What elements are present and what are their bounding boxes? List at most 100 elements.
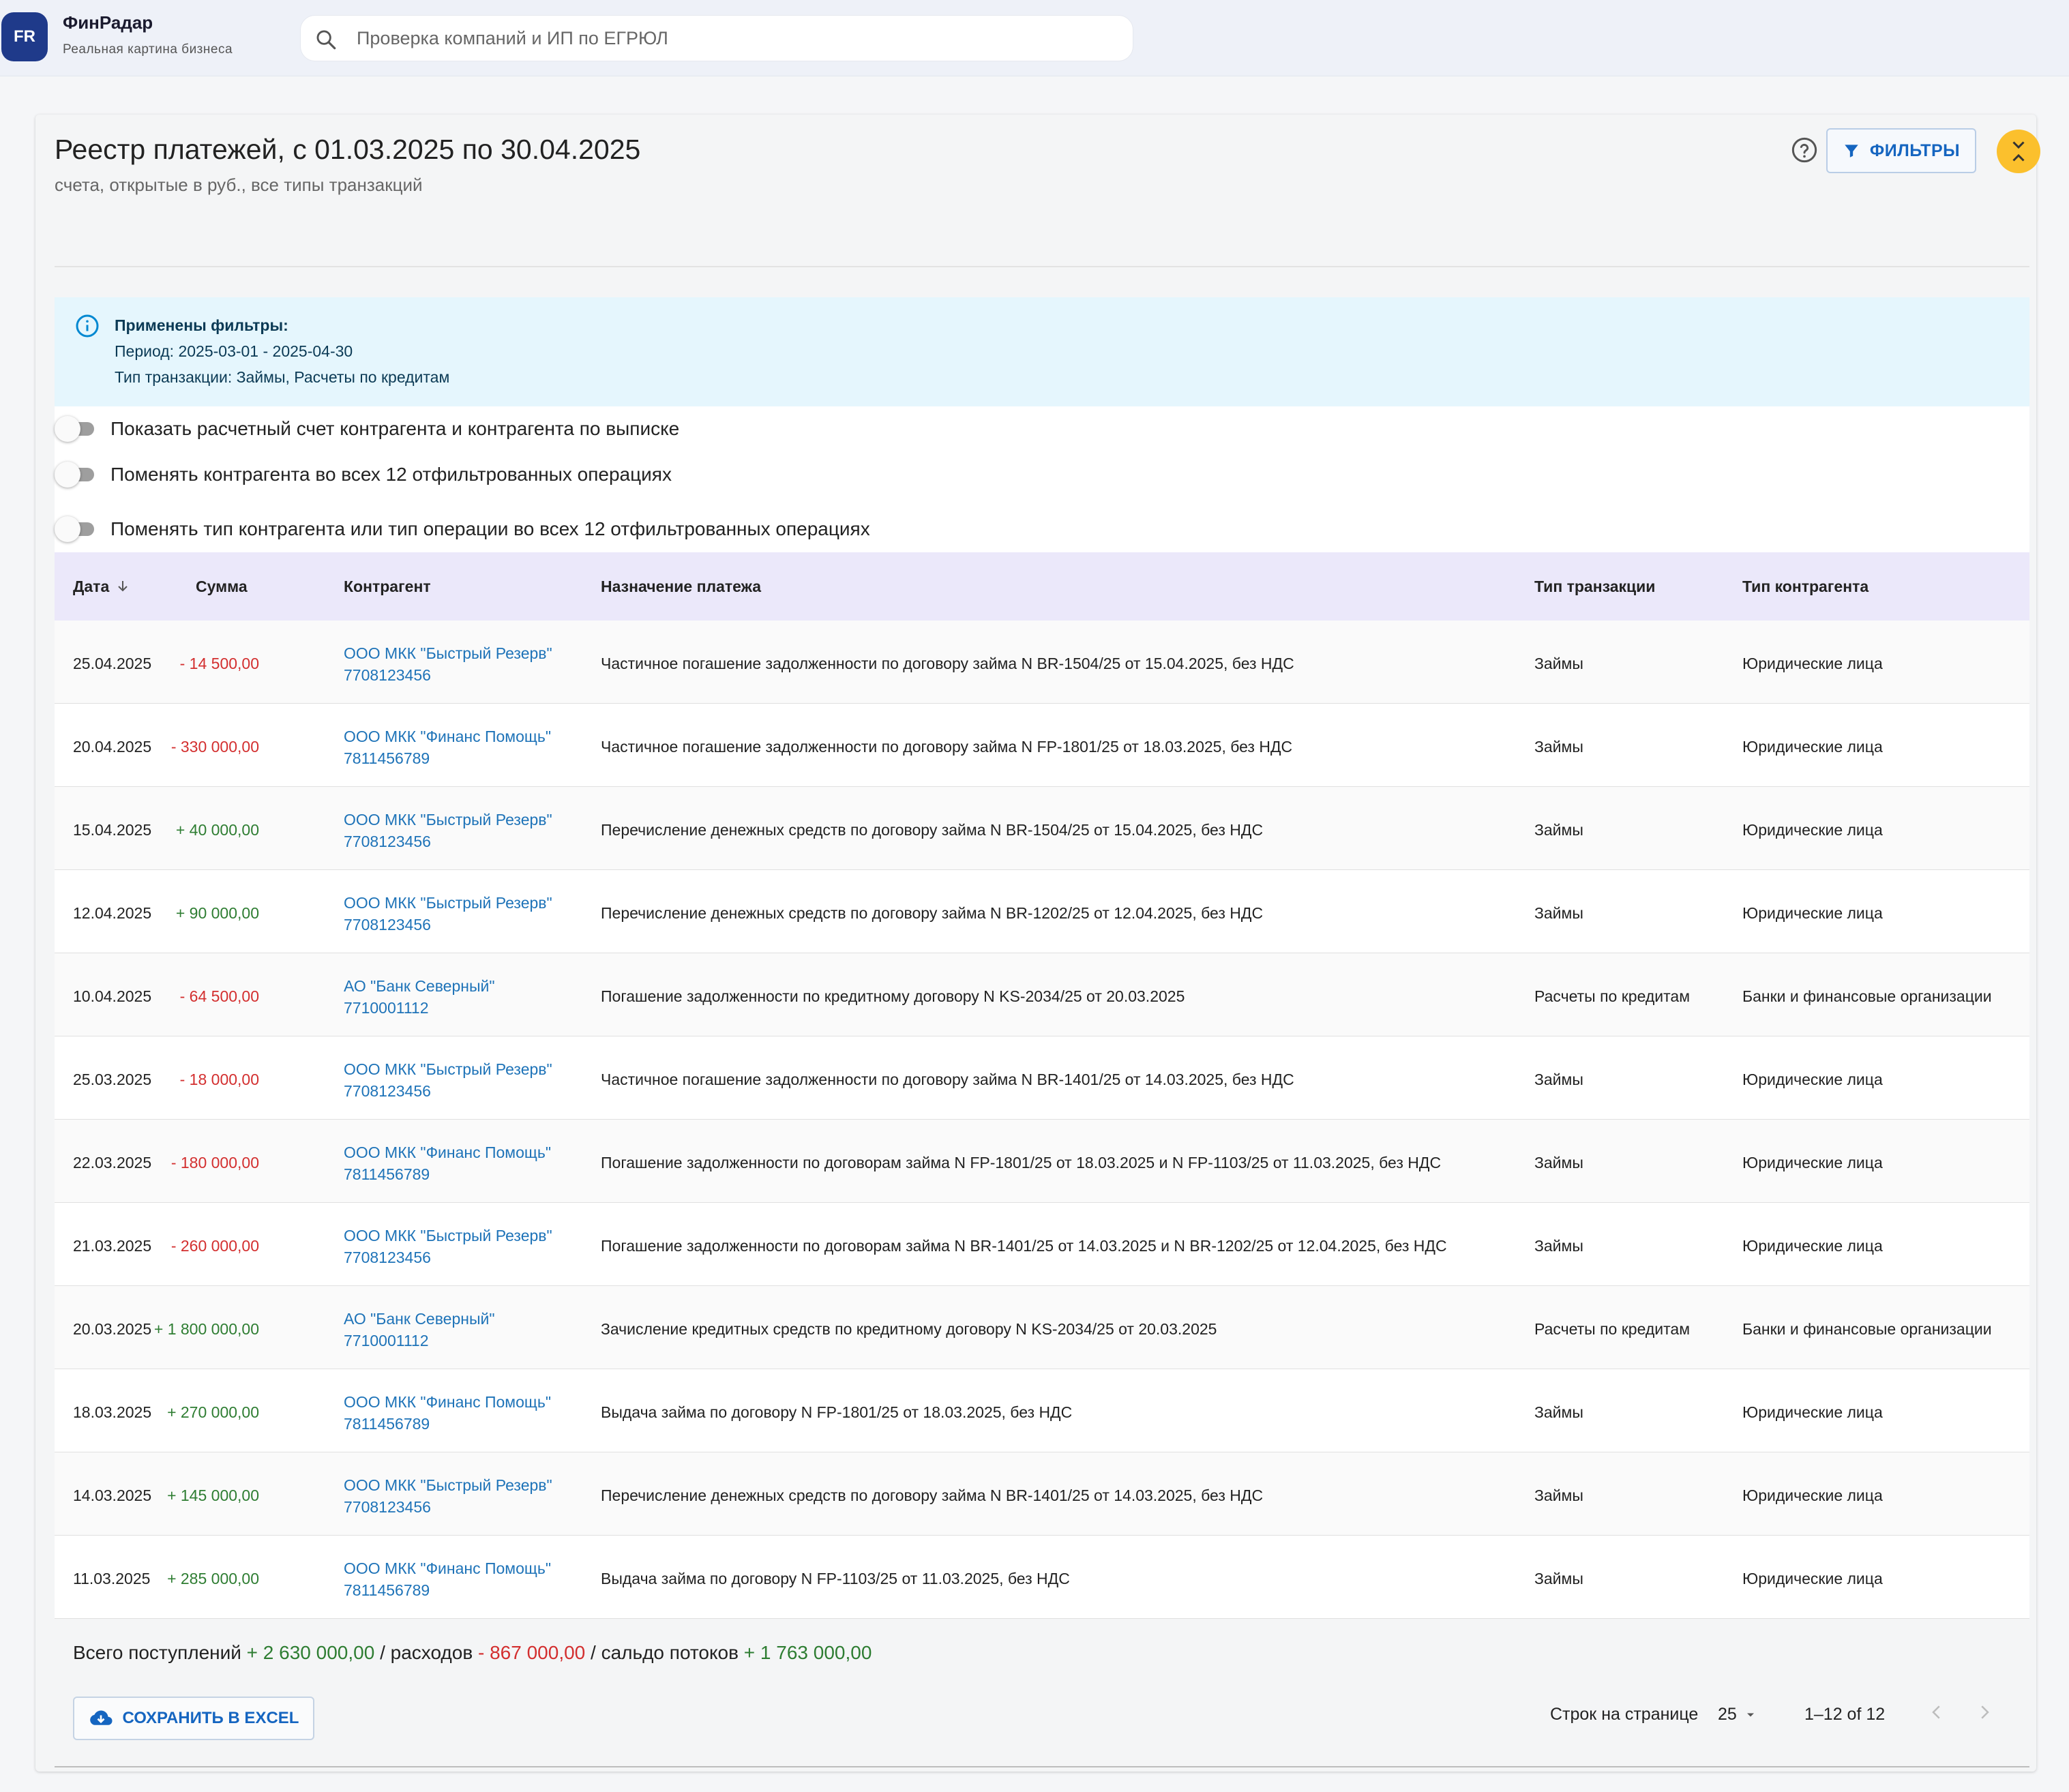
- counterparty-inn-link[interactable]: 7811456789: [344, 1579, 551, 1601]
- table-row[interactable]: 15.04.2025 + 40 000,00 ООО МКК "Быстрый Ре…: [55, 787, 2029, 870]
- counterparty-inn-link[interactable]: 7708123456: [344, 914, 552, 936]
- cell-counterparty[interactable]: ООО МКК "Быстрый Резерв" 7708123456: [344, 809, 552, 852]
- cell-purpose: Погашение задолженности по кредитному до…: [601, 987, 1185, 1005]
- toggle-thumb[interactable]: [55, 516, 80, 542]
- cell-cp-type: Банки и финансовые организации: [1742, 1320, 1992, 1338]
- cell-purpose: Выдача займа по договору N FP-1801/25 от…: [601, 1403, 1073, 1421]
- column-counterparty[interactable]: Контрагент: [344, 578, 431, 596]
- counterparty-inn-link[interactable]: 7710001112: [344, 1330, 495, 1352]
- cell-counterparty[interactable]: ООО МКК "Быстрый Резерв" 7708123456: [344, 1058, 552, 1102]
- app-name[interactable]: ФинРадар: [63, 12, 153, 33]
- table-row[interactable]: 25.04.2025- 14 500,00 ООО МКК "Быстрый Ре…: [55, 621, 2029, 704]
- counterparty-inn-link[interactable]: 7708123456: [344, 831, 552, 852]
- filters-button[interactable]: ФИЛЬТРЫ: [1826, 128, 1976, 173]
- cell-amount: - 330 000,00: [170, 738, 259, 756]
- counterparty-inn-link[interactable]: 7811456789: [344, 1163, 551, 1185]
- column-purpose[interactable]: Назначение платежа: [601, 578, 761, 596]
- cell-counterparty[interactable]: ООО МКК "Финанс Помощь" 7811456789: [344, 1141, 551, 1185]
- counterparty-name-link[interactable]: ООО МКК "Быстрый Резерв": [344, 642, 552, 664]
- toggle-thumb[interactable]: [55, 416, 80, 442]
- cell-counterparty[interactable]: ООО МКК "Финанс Помощь" 7811456789: [344, 726, 551, 769]
- cell-counterparty[interactable]: АО "Банк Северный" 7710001112: [344, 975, 495, 1019]
- cell-counterparty[interactable]: ООО МКК "Быстрый Резерв" 7708123456: [344, 642, 552, 686]
- next-page-icon[interactable]: [1974, 1702, 1995, 1722]
- counterparty-inn-link[interactable]: 7708123456: [344, 664, 552, 686]
- counterparty-inn-link[interactable]: 7811456789: [344, 1413, 551, 1435]
- page-title: Реестр платежей, с 01.03.2025 по 30.04.2…: [55, 134, 641, 165]
- sort-arrow-icon[interactable]: [115, 578, 131, 595]
- column-cp-type[interactable]: Тип контрагента: [1742, 578, 1869, 596]
- table-row[interactable]: 11.03.2025 + 285 000,00 ООО МКК "Финанс По…: [55, 1536, 2029, 1619]
- toggle-label: Поменять тип контрагента или тип операци…: [110, 518, 870, 539]
- counterparty-name-link[interactable]: ООО МКК "Быстрый Резерв": [344, 1225, 552, 1246]
- payments-table: Дата Сумма Контрагент Назначение платежа…: [55, 552, 2029, 1619]
- cell-amount: - 14 500,00: [179, 655, 259, 672]
- cell-counterparty[interactable]: ООО МКК "Финанс Помощь" 7811456789: [344, 1557, 551, 1601]
- collapse-button[interactable]: [1997, 130, 2040, 173]
- counterparty-inn-link[interactable]: 7708123456: [344, 1496, 552, 1518]
- column-amount[interactable]: Сумма: [196, 578, 248, 596]
- counterparty-name-link[interactable]: ООО МКК "Быстрый Резерв": [344, 892, 552, 914]
- cell-amount: - 260 000,00: [170, 1237, 259, 1255]
- counterparty-name-link[interactable]: ООО МКК "Быстрый Резерв": [344, 1474, 552, 1496]
- column-tx-type[interactable]: Тип транзакции: [1534, 578, 1655, 596]
- cell-purpose: Выдача займа по договору N FP-1103/25 от…: [601, 1570, 1070, 1587]
- cell-cp-type: Банки и финансовые организации: [1742, 987, 1992, 1005]
- cell-counterparty[interactable]: ООО МКК "Быстрый Резерв" 7708123456: [344, 892, 552, 936]
- rows-per-page-select[interactable]: 25: [1718, 1705, 1757, 1724]
- counterparty-name-link[interactable]: ООО МКК "Быстрый Резерв": [344, 809, 552, 831]
- cell-tx-type: Расчеты по кредитам: [1534, 1320, 1691, 1338]
- counterparty-name-link[interactable]: ООО МКК "Финанс Помощь": [344, 726, 551, 747]
- table-row[interactable]: 22.03.2025- 180 000,00 ООО МКК "Финанс По…: [55, 1120, 2029, 1203]
- counterparty-name-link[interactable]: АО "Банк Северный": [344, 975, 495, 997]
- cell-tx-type: Займы: [1534, 655, 1583, 672]
- table-row[interactable]: 10.04.2025- 64 500,00 АО "Банк Северный" 7…: [55, 953, 2029, 1036]
- table-row[interactable]: 12.04.2025 + 90 000,00 ООО МКК "Быстрый Ре…: [55, 870, 2029, 953]
- counterparty-inn-link[interactable]: 7708123456: [344, 1246, 552, 1268]
- cell-tx-type: Займы: [1534, 1071, 1583, 1088]
- cell-cp-type: Юридические лица: [1742, 1237, 1883, 1255]
- app-logo[interactable]: FR: [1, 12, 48, 61]
- totals-income-label: Всего поступлений: [73, 1642, 241, 1663]
- help-icon[interactable]: [1791, 136, 1818, 164]
- cell-tx-type: Займы: [1534, 1237, 1583, 1255]
- counterparty-inn-link[interactable]: 7708123456: [344, 1080, 552, 1102]
- rows-per-page-value: 25: [1718, 1705, 1737, 1724]
- cell-tx-type: Займы: [1534, 821, 1583, 839]
- cell-tx-type: Займы: [1534, 1154, 1583, 1171]
- cell-counterparty[interactable]: ООО МКК "Финанс Помощь" 7811456789: [344, 1391, 551, 1435]
- alert-title: Применены фильтры:: [115, 316, 288, 334]
- toggle-thumb[interactable]: [55, 462, 80, 488]
- cell-purpose: Частичное погашение задолженности по дог…: [601, 655, 1294, 672]
- save-excel-button[interactable]: СОХРАНИТЬ В EXCEL: [73, 1697, 314, 1740]
- cell-purpose: Перечисление денежных средств по договор…: [601, 904, 1264, 922]
- table-row[interactable]: 20.04.2025- 330 000,00 ООО МКК "Финанс По…: [55, 704, 2029, 787]
- search-box[interactable]: [300, 15, 1133, 61]
- cell-amount: - 180 000,00: [170, 1154, 259, 1171]
- cell-cp-type: Юридические лица: [1742, 1487, 1883, 1504]
- counterparty-name-link[interactable]: ООО МКК "Финанс Помощь": [344, 1141, 551, 1163]
- table-row[interactable]: 20.03.2025 + 1 800 000,00 АО "Банк Северны…: [55, 1286, 2029, 1369]
- counterparty-inn-link[interactable]: 7811456789: [344, 747, 551, 769]
- column-date-label: Дата: [73, 577, 110, 595]
- column-date[interactable]: Дата: [73, 578, 131, 596]
- cell-counterparty[interactable]: ООО МКК "Быстрый Резерв" 7708123456: [344, 1225, 552, 1268]
- table-row[interactable]: 21.03.2025- 260 000,00 ООО МКК "Быстрый Р…: [55, 1203, 2029, 1286]
- collapse-icon: [2012, 141, 2025, 162]
- prev-page-icon[interactable]: [1926, 1702, 1947, 1722]
- counterparty-name-link[interactable]: ООО МКК "Быстрый Резерв": [344, 1058, 552, 1080]
- counterparty-inn-link[interactable]: 7710001112: [344, 997, 495, 1019]
- cell-counterparty[interactable]: ООО МКК "Быстрый Резерв" 7708123456: [344, 1474, 552, 1518]
- table-row[interactable]: 14.03.2025 + 145 000,00 ООО МКК "Быстрый Р…: [55, 1452, 2029, 1536]
- cell-counterparty[interactable]: АО "Банк Северный" 7710001112: [344, 1308, 495, 1352]
- cell-amount: + 90 000,00: [175, 904, 259, 922]
- cell-amount: - 64 500,00: [179, 987, 259, 1005]
- counterparty-name-link[interactable]: АО "Банк Северный": [344, 1308, 495, 1330]
- totals-expense: - 867 000,00: [478, 1642, 586, 1663]
- counterparty-name-link[interactable]: ООО МКК "Финанс Помощь": [344, 1557, 551, 1579]
- table-row[interactable]: 25.03.2025- 18 000,00 ООО МКК "Быстрый Ре…: [55, 1036, 2029, 1120]
- totals-line: Всего поступлений + 2 630 000,00 / расхо…: [73, 1642, 872, 1664]
- table-row[interactable]: 18.03.2025 + 270 000,00 ООО МКК "Финанс По…: [55, 1369, 2029, 1452]
- search-input[interactable]: [357, 16, 1107, 61]
- counterparty-name-link[interactable]: ООО МКК "Финанс Помощь": [344, 1391, 551, 1413]
